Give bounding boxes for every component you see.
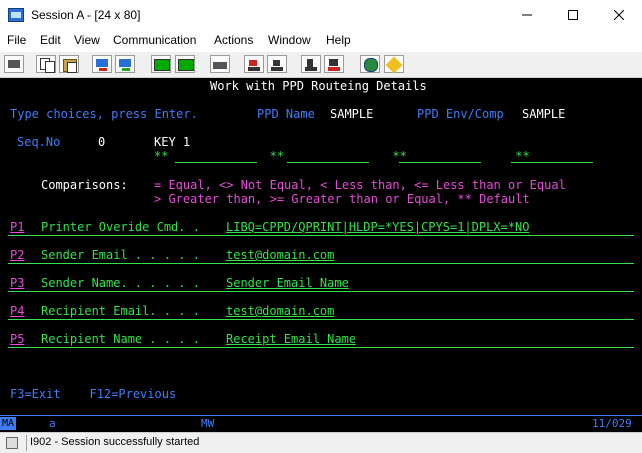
oia-divider (0, 415, 642, 416)
field-label-p2: Sender Email . . . . . (41, 248, 200, 262)
title-bar: Session A - [24 x 80] (0, 0, 642, 31)
stop-macro-icon[interactable] (267, 55, 287, 73)
field-underline-p4 (8, 319, 634, 320)
operator-info-area: MA a MW 11/029 (0, 415, 642, 432)
globe-icon[interactable] (360, 55, 380, 73)
menu-communication[interactable]: Communication (113, 33, 196, 47)
recipient-name-input[interactable]: Receipt Email Name (226, 332, 356, 346)
key-field-3-underline (399, 162, 481, 163)
key-field-2-underline (287, 162, 369, 163)
keypad-icon[interactable] (175, 55, 195, 73)
window-title: Session A - [24 x 80] (31, 8, 141, 22)
recipient-email-input[interactable]: test@domain.com (226, 304, 334, 318)
ppd-env-label: PPD Env/Comp (417, 107, 504, 121)
maximize-button[interactable] (550, 0, 596, 31)
key-field-1-underline (175, 162, 257, 163)
paste-icon[interactable] (59, 55, 79, 73)
field-label-p5: Recipient Name . . . . (41, 332, 200, 346)
field-underline-p3 (8, 291, 634, 292)
key-label: KEY 1 (154, 135, 191, 149)
comparisons-label: Comparisons: (41, 178, 128, 192)
field-key-p2: P2 (10, 248, 25, 262)
cursor-position: 11/029 (592, 417, 632, 430)
oia-mode: MW (201, 417, 215, 430)
menu-view[interactable]: View (74, 33, 100, 47)
menu-actions[interactable]: Actions (214, 33, 253, 47)
seq-label: Seq.No (17, 135, 61, 149)
record-macro-icon[interactable] (244, 55, 264, 73)
field-label-p4: Recipient Email. . . . (41, 304, 200, 318)
status-separator (26, 435, 27, 451)
receive-file-icon[interactable] (115, 55, 135, 73)
status-bar: I902 - Session successfully started (0, 432, 642, 453)
menu-bar: File Edit View Communication Actions Win… (0, 31, 642, 51)
copy-icon[interactable] (36, 55, 56, 73)
screen-title: Work with PPD Routeing Details (210, 79, 427, 93)
connection-status-icon (6, 437, 18, 449)
toolbar (0, 52, 642, 78)
minimize-icon (522, 14, 532, 16)
field-underline-p2 (8, 263, 634, 264)
close-button[interactable] (596, 0, 642, 31)
session-app-icon[interactable] (8, 8, 24, 22)
field-label-p3: Sender Name. . . . . . (41, 276, 200, 290)
field-key-p3: P3 (10, 276, 25, 290)
function-keys-text: F3=Exit F12=Previous (10, 387, 177, 401)
display-icon[interactable] (151, 55, 171, 73)
field-label-p1: Printer Overide Cmd. . (41, 220, 200, 234)
oia-ma-indicator: MA (0, 417, 16, 430)
instructions-text: Type choices, press Enter. (10, 107, 198, 121)
terminal-screen[interactable]: Work with PPD Routeing Details Type choi… (0, 78, 642, 415)
maximize-icon (568, 10, 578, 20)
close-icon (614, 10, 624, 20)
customize-icon[interactable] (384, 55, 404, 74)
field-key-p4: P4 (10, 304, 25, 318)
comparisons-line-1: = Equal, <> Not Equal, < Less than, <= L… (154, 178, 566, 192)
field-key-p1: P1 (10, 220, 25, 234)
print-screen-icon[interactable] (4, 55, 24, 73)
ppd-name-value: SAMPLE (330, 107, 374, 121)
oia-session-indicator: a (49, 417, 56, 430)
status-message: I902 - Session successfully started (30, 436, 200, 448)
menu-edit[interactable]: Edit (40, 33, 61, 47)
ppd-name-label: PPD Name (257, 107, 315, 121)
key-field-4-underline (511, 162, 593, 163)
field-underline-p1 (8, 235, 634, 236)
macro-menu-icon[interactable] (324, 55, 344, 73)
key-fields[interactable]: ** ** ** ** (154, 149, 530, 163)
sender-name-input[interactable]: Sender Email Name (226, 276, 349, 290)
sender-email-input[interactable]: test@domain.com (226, 248, 334, 262)
field-key-p5: P5 (10, 332, 25, 346)
comparisons-line-2: > Greater than, >= Greater than or Equal… (154, 192, 530, 206)
play-macro-icon[interactable] (301, 55, 321, 73)
send-file-icon[interactable] (92, 55, 112, 73)
menu-help[interactable]: Help (326, 33, 351, 47)
menu-window[interactable]: Window (268, 33, 311, 47)
ppd-env-value: SAMPLE (522, 107, 566, 121)
printer-override-input[interactable]: LIBQ=CPPD/QPRINT|HLDP=*YES|CPYS=1|DPLX=*… (226, 220, 529, 234)
field-underline-p5 (8, 347, 634, 348)
menu-file[interactable]: File (7, 33, 26, 47)
minimize-button[interactable] (504, 0, 550, 31)
keyboard-icon[interactable] (210, 55, 230, 73)
seq-value: 0 (98, 135, 106, 149)
